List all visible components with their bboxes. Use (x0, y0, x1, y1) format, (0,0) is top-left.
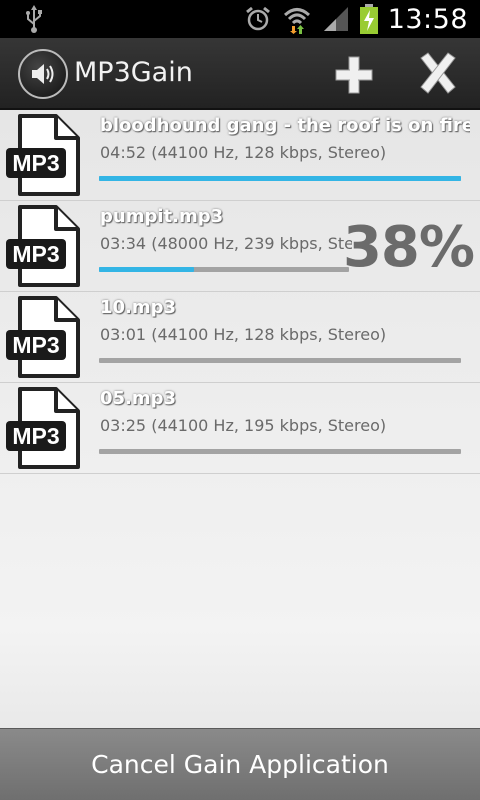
svg-text:MP3: MP3 (12, 332, 59, 358)
file-name: bloodhound gang - the roof is on fire... (100, 115, 470, 136)
file-name: 10.mp3 (100, 297, 177, 318)
mp3-file-icon: MP3 (6, 296, 80, 378)
progress-fill (99, 267, 194, 272)
progress-bar (99, 358, 461, 363)
clock-time: 13:58 (387, 3, 468, 35)
battery-charging-icon (359, 4, 378, 34)
status-bar: 13:58 (0, 0, 480, 38)
clear-list-button[interactable] (408, 50, 468, 100)
svg-text:MP3: MP3 (12, 423, 59, 449)
signal-icon (323, 7, 348, 31)
file-info: 03:25 (44100 Hz, 195 kbps, Stereo) (100, 416, 387, 435)
list-item[interactable]: MP3 bloodhound gang - the roof is on fir… (0, 110, 480, 201)
plus-icon (335, 56, 373, 94)
x-icon (420, 52, 456, 94)
file-name: 05.mp3 (100, 388, 177, 409)
list-item[interactable]: MP3 pumpit.mp3 03:34 (48000 Hz, 239 kbps… (0, 201, 480, 292)
app-icon[interactable] (18, 49, 68, 99)
svg-text:MP3: MP3 (12, 150, 59, 176)
list-item[interactable]: MP3 10.mp3 03:01 (44100 Hz, 128 kbps, St… (0, 292, 480, 383)
file-info: 03:34 (48000 Hz, 239 kbps, Ste... (100, 234, 352, 253)
file-name: pumpit.mp3 (100, 206, 224, 227)
list-item[interactable]: MP3 05.mp3 03:25 (44100 Hz, 195 kbps, St… (0, 383, 480, 474)
svg-text:MP3: MP3 (12, 241, 59, 267)
file-info: 03:01 (44100 Hz, 128 kbps, Stereo) (100, 325, 387, 344)
mp3-file-icon: MP3 (6, 205, 80, 287)
progress-percent: 38% (342, 215, 475, 280)
add-files-button[interactable] (326, 50, 382, 100)
wifi-icon (283, 8, 310, 34)
usb-icon (26, 5, 42, 33)
speaker-icon (32, 64, 54, 84)
progress-bar (99, 176, 461, 181)
file-info: 04:52 (44100 Hz, 128 kbps, Stereo) (100, 143, 387, 162)
cancel-gain-button[interactable]: Cancel Gain Application (0, 728, 480, 800)
progress-fill (99, 176, 461, 181)
action-bar: MP3Gain (0, 38, 480, 110)
progress-bar (99, 449, 461, 454)
app-title: MP3Gain (74, 57, 193, 88)
alarm-icon (245, 6, 270, 31)
progress-bar (99, 267, 349, 272)
mp3-file-icon: MP3 (6, 387, 80, 469)
file-list: MP3 bloodhound gang - the roof is on fir… (0, 110, 480, 728)
mp3-file-icon: MP3 (6, 114, 80, 196)
